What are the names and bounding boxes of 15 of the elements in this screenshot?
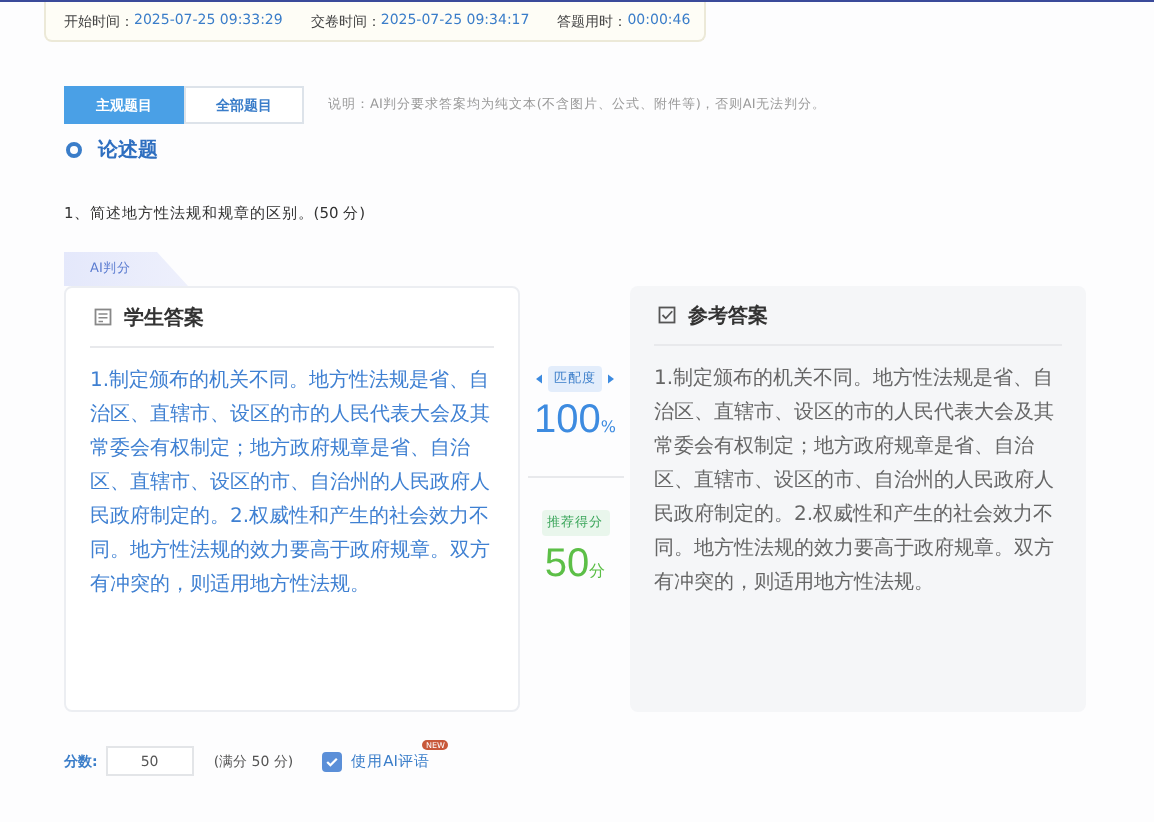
circle-icon <box>66 142 82 158</box>
answer-text: 1.制定颁布的机关不同。地方性法规是省、自治区、直辖市、设区的市的人民代表大会及其常委会有权制定；地方政府规章是省、自治区、直辖市、设区的市、自治州的人民政府人民政府制定的。2.权威性和产生的社会效力不同。地方性法规的效力要高于政府规章。双方有冲突的，则适用地方性法规。 <box>654 365 1056 598</box>
recommend-score: 50 <box>544 542 590 588</box>
document-icon <box>94 308 112 326</box>
section-title: 论述题 <box>98 137 158 164</box>
checkbox[interactable] <box>321 751 342 771</box>
card-title: 参考答案 <box>688 302 768 329</box>
checkbox-icon <box>658 306 676 324</box>
left-arrow-icon <box>535 374 542 384</box>
match-unit: % <box>600 418 616 436</box>
right-arrow-icon <box>607 374 614 384</box>
card-title: 学生答案 <box>124 304 204 331</box>
match-value: 100 <box>534 398 601 444</box>
score-unit: 分 <box>589 560 606 582</box>
answer-text: 1.制定颁布的机关不同。地方性法规是省、自治区、直辖市、设区的市的人民代表大会及其常委会有权制定；地方政府规章是省、自治区、直辖市、设区的市、自治州的人民政府人民政府制定的。2.权威性和产生的社会效力不同。地方性法规的效力要高于政府规章。双方有冲突的，则适用地方性法规。 <box>90 367 492 600</box>
